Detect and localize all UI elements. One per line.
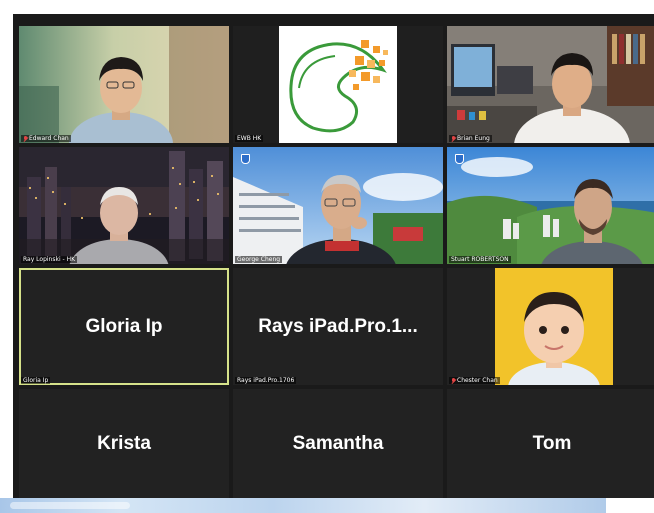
participant-name-tag: Rays iPad.Pro.1706 bbox=[235, 377, 297, 384]
participant-name-tag: Stuart ROBERTSON bbox=[449, 256, 511, 263]
participant-display-name: Rays iPad.Pro.1... bbox=[258, 315, 418, 337]
participant-name-tag: Chester Chan bbox=[449, 377, 500, 384]
participant-video bbox=[447, 147, 654, 264]
meeting-gallery-view: Edward Chan EWB HK Brian Eung Ray Lopins… bbox=[13, 14, 654, 498]
participant-video bbox=[233, 26, 443, 143]
video-tile-krista[interactable]: Krista bbox=[19, 389, 229, 498]
participant-name: Ray Lopinski - HK bbox=[23, 256, 76, 263]
participant-name-tag: Brian Eung bbox=[449, 135, 492, 142]
microphone-muted-icon bbox=[451, 135, 456, 142]
video-tile-edward-chan[interactable]: Edward Chan bbox=[19, 26, 229, 143]
participant-name: Rays iPad.Pro.1706 bbox=[237, 377, 295, 384]
participant-name-tag: Ray Lopinski - HK bbox=[21, 256, 78, 263]
video-tile-brian-eung[interactable]: Brian Eung bbox=[447, 26, 654, 143]
video-tile-chester-chan[interactable]: Chester Chan bbox=[447, 268, 654, 385]
video-tile-tom[interactable]: Tom bbox=[447, 389, 654, 498]
video-tile-gloria-ip[interactable]: Gloria Ip Gloria Ip bbox=[19, 268, 229, 385]
university-shield-icon bbox=[455, 154, 464, 164]
video-tile-stuart-robertson[interactable]: Stuart ROBERTSON bbox=[447, 147, 654, 264]
participant-name-tag: George Cheng bbox=[235, 256, 283, 263]
participant-display-name: Tom bbox=[532, 432, 572, 454]
participant-name: Chester Chan bbox=[457, 377, 498, 384]
participant-display-name: Samantha bbox=[292, 432, 384, 454]
video-tile-samantha[interactable]: Samantha bbox=[233, 389, 443, 498]
video-tile-ray-lopinski[interactable]: Ray Lopinski - HK bbox=[19, 147, 229, 264]
participant-display-name: Krista bbox=[97, 432, 151, 454]
participant-video bbox=[447, 268, 654, 385]
participant-name: EWB HK bbox=[237, 135, 262, 142]
participant-video bbox=[447, 26, 654, 143]
microphone-muted-icon bbox=[23, 135, 28, 142]
video-tile-george-cheng[interactable]: George Cheng bbox=[233, 147, 443, 264]
participant-name: Gloria Ip bbox=[23, 377, 49, 384]
video-tile-ewb-hk[interactable]: EWB HK bbox=[233, 26, 443, 143]
video-tile-rays-ipad[interactable]: Rays iPad.Pro.1... Rays iPad.Pro.1706 bbox=[233, 268, 443, 385]
participant-name-tag: EWB HK bbox=[235, 135, 264, 142]
desktop-background-strip bbox=[0, 498, 606, 513]
university-shield-icon bbox=[241, 154, 250, 164]
participant-display-name: Gloria Ip bbox=[85, 315, 163, 337]
participant-name: George Cheng bbox=[237, 256, 281, 263]
participant-video bbox=[233, 147, 443, 264]
participant-name-tag: Gloria Ip bbox=[21, 377, 51, 384]
participant-name: Edward Chan bbox=[29, 135, 69, 142]
microphone-muted-icon bbox=[451, 377, 456, 384]
participant-video bbox=[19, 26, 229, 143]
participant-video bbox=[19, 147, 229, 264]
participant-name-tag: Edward Chan bbox=[21, 135, 71, 142]
participant-name: Brian Eung bbox=[457, 135, 490, 142]
participant-name: Stuart ROBERTSON bbox=[451, 256, 509, 263]
